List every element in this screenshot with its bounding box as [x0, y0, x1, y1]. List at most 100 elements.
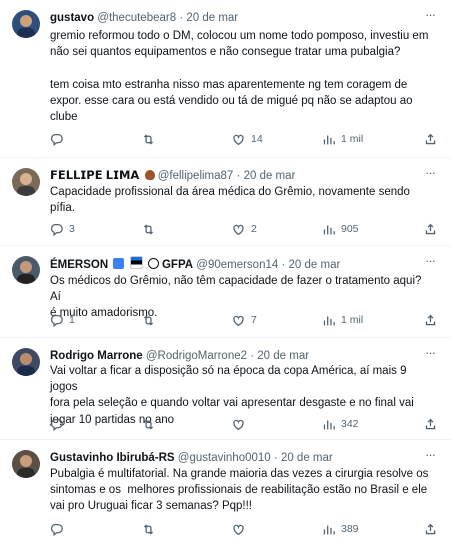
reply-button[interactable]: 1 — [50, 312, 75, 328]
views-icon — [323, 524, 335, 534]
view-count: 389 — [341, 523, 359, 535]
more-icon[interactable]: ··· — [423, 448, 437, 464]
retweet-button[interactable] — [142, 221, 161, 237]
view-count: 1 mil — [341, 133, 364, 145]
author-handle[interactable]: @fellipelima87 — [158, 170, 234, 182]
timestamp[interactable]: 20 de mar — [289, 259, 341, 271]
like-button[interactable]: 7 — [232, 312, 257, 328]
more-icon[interactable]: ··· — [423, 8, 437, 24]
share-button[interactable] — [424, 521, 437, 537]
reply-button[interactable] — [50, 521, 69, 537]
like-icon — [233, 224, 244, 235]
share-icon — [425, 223, 436, 234]
separator-dot: · — [273, 452, 278, 464]
reply-button[interactable] — [50, 131, 69, 147]
reply-button[interactable] — [50, 416, 69, 432]
share-button[interactable] — [424, 416, 437, 432]
like-icon — [233, 419, 244, 430]
registered-icon — [147, 258, 159, 269]
like-count: 2 — [251, 223, 257, 235]
share-icon — [425, 314, 436, 325]
reply-icon — [50, 133, 63, 146]
like-button[interactable]: 2 — [232, 221, 257, 237]
avatar[interactable] — [12, 168, 40, 196]
views-icon — [323, 315, 335, 325]
separator-dot: · — [179, 12, 184, 24]
author-handle[interactable]: @gustavinho0010 — [178, 452, 271, 464]
views-button[interactable]: 389 — [322, 521, 359, 537]
view-count: 1 mil — [341, 314, 364, 326]
retweet-icon — [143, 134, 154, 144]
tweet-actions: 3 2 905 — [50, 221, 437, 237]
author-handle[interactable]: @thecutebear8 — [97, 12, 176, 24]
like-icon — [233, 524, 244, 535]
timestamp[interactable]: 20 de mar — [186, 12, 238, 24]
tweet-text: gremio reformou todo o DM, colocou um no… — [50, 30, 429, 124]
reply-icon — [50, 314, 63, 327]
share-icon — [425, 523, 436, 534]
tweet[interactable]: Rodrigo Marrone @RodrigoMarrone2 · 20 de… — [0, 338, 451, 440]
like-button[interactable]: 14 — [232, 131, 263, 147]
share-button[interactable] — [424, 131, 437, 147]
letter-a-emoji-icon — [113, 258, 125, 269]
retweet-icon — [143, 524, 154, 534]
author-name[interactable]: gustavo — [50, 12, 94, 24]
retweet-button[interactable] — [142, 521, 161, 537]
views-icon — [323, 419, 335, 429]
share-button[interactable] — [424, 312, 437, 328]
view-count: 905 — [341, 223, 359, 235]
share-icon — [425, 133, 436, 144]
author-name[interactable]: ÉMERSON — [50, 259, 108, 271]
reply-icon — [50, 223, 63, 236]
avatar[interactable] — [12, 450, 40, 478]
views-button[interactable]: 1 mil — [322, 312, 363, 328]
tweet-header: Rodrigo Marrone @RodrigoMarrone2 · 20 de… — [50, 348, 421, 364]
reply-count: 3 — [69, 223, 75, 235]
tweet[interactable]: Gustavinho Ibirubá-RS @gustavinho0010 · … — [0, 440, 451, 549]
avatar[interactable] — [12, 256, 40, 284]
retweet-icon — [143, 224, 154, 234]
tweet-actions: 14 1 mil — [50, 131, 437, 147]
separator-dot: · — [236, 170, 241, 182]
retweet-button[interactable] — [142, 416, 161, 432]
like-icon — [233, 315, 244, 326]
like-count: 7 — [251, 314, 257, 326]
tweet-text: Pubalgia é multifatorial. Na grande maio… — [50, 468, 429, 513]
tweet[interactable]: ÉMERSON GFPA @90emerson14 · 20 de mar ··… — [0, 246, 451, 338]
avatar[interactable] — [12, 348, 40, 376]
author-name[interactable]: 𝗙𝗘𝗟𝗟𝗜𝗣𝗘 𝗟𝗜𝗠𝗔 — [50, 170, 139, 182]
more-icon[interactable]: ··· — [423, 254, 437, 270]
tweet[interactable]: gustavo @thecutebear8 · 20 de mar ··· gr… — [0, 0, 451, 158]
tweet-header: ÉMERSON GFPA @90emerson14 · 20 de mar — [50, 256, 421, 273]
retweet-button[interactable] — [142, 312, 161, 328]
views-button[interactable]: 905 — [322, 221, 359, 237]
author-name[interactable]: Rodrigo Marrone — [50, 350, 143, 362]
views-icon — [323, 134, 335, 144]
retweet-icon — [143, 315, 154, 325]
avatar[interactable] — [12, 10, 40, 38]
like-count: 14 — [251, 133, 263, 145]
views-button[interactable]: 342 — [322, 416, 359, 432]
tweet[interactable]: 𝗙𝗘𝗟𝗟𝗜𝗣𝗘 𝗟𝗜𝗠𝗔 @fellipelima87 · 20 de mar … — [0, 158, 451, 246]
share-button[interactable] — [424, 221, 437, 237]
author-handle[interactable]: @90emerson14 — [196, 259, 278, 271]
tweet-header: 𝗙𝗘𝗟𝗟𝗜𝗣𝗘 𝗟𝗜𝗠𝗔 @fellipelima87 · 20 de mar — [50, 168, 421, 184]
more-icon[interactable]: ··· — [423, 166, 437, 182]
author-name[interactable]: Gustavinho Ibirubá-RS — [50, 452, 175, 464]
timestamp[interactable]: 20 de mar — [244, 170, 296, 182]
like-button[interactable] — [232, 416, 251, 432]
tweet-actions: 1 7 1 mil — [50, 312, 437, 328]
timestamp[interactable]: 20 de mar — [281, 452, 333, 464]
timestamp[interactable]: 20 de mar — [257, 350, 309, 362]
reply-button[interactable]: 3 — [50, 221, 75, 237]
reply-count: 1 — [69, 314, 75, 326]
more-icon[interactable]: ··· — [423, 346, 437, 362]
author-handle[interactable]: @RodrigoMarrone2 — [146, 350, 247, 362]
mate-emoji-icon — [144, 170, 155, 180]
tweet-text: Capacidade profissional da área médica d… — [50, 186, 410, 215]
separator-dot: · — [250, 350, 255, 362]
views-icon — [323, 224, 335, 234]
retweet-button[interactable] — [142, 131, 161, 147]
views-button[interactable]: 1 mil — [322, 131, 363, 147]
like-button[interactable] — [232, 521, 251, 537]
